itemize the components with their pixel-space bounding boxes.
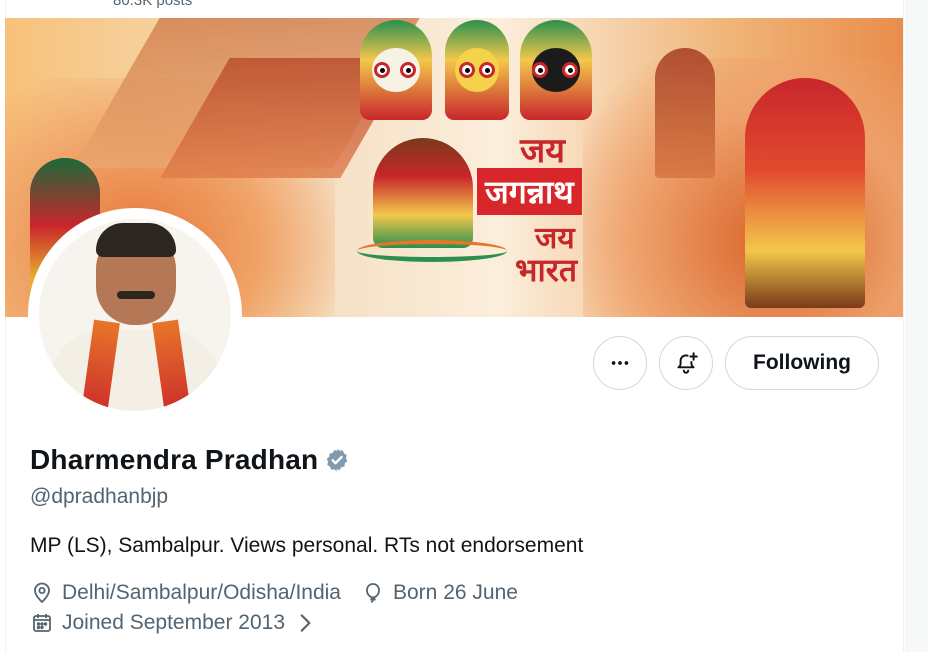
profile-joined-row[interactable]: Joined September 2013 <box>30 611 325 635</box>
posts-count: 80.3K posts <box>113 0 193 9</box>
more-horizontal-icon <box>611 361 629 365</box>
avatar-photo <box>39 219 231 411</box>
profile-joined[interactable]: Joined September 2013 <box>30 611 325 635</box>
banner-text-jay: जय <box>520 131 565 171</box>
calendar-icon <box>33 614 51 632</box>
banner-text-bharat: भारत <box>515 251 578 289</box>
banner-hindi-text: जय जगन्नाथ जय भारत <box>475 126 653 289</box>
balloon-icon <box>366 583 380 603</box>
joined-text: Joined September 2013 <box>62 611 285 634</box>
banner-chariot-emblem <box>373 138 473 248</box>
bell-plus-icon <box>677 352 698 374</box>
profile-display-name: Dharmendra Pradhan <box>30 444 319 475</box>
birthday-text: Born 26 June <box>393 581 518 604</box>
banner-text-jagannath: जगन्नाथ <box>477 168 582 215</box>
more-button[interactable] <box>593 336 647 390</box>
verified-badge-icon[interactable] <box>324 447 350 473</box>
profile-handle: @dpradhanbjp <box>30 485 169 508</box>
profile-name-row: Dharmendra Pradhan <box>30 444 350 476</box>
profile-bio: MP (LS), Sambalpur. Views personal. RTs … <box>30 534 584 557</box>
profile-meta-row: Delhi/Sambalpur/Odisha/India Born 26 Jun… <box>30 581 538 605</box>
avatar[interactable] <box>28 208 242 422</box>
location-text: Delhi/Sambalpur/Odisha/India <box>62 581 341 604</box>
following-button[interactable]: Following <box>725 336 879 390</box>
banner-temple <box>655 48 715 178</box>
banner-deity-jagannath <box>520 20 592 120</box>
banner-deity-balabhadra <box>360 20 432 120</box>
notify-button[interactable] <box>659 336 713 390</box>
right-gutter <box>905 0 928 652</box>
banner-chariot-right <box>745 78 865 308</box>
chevron-right-icon[interactable] <box>293 611 317 635</box>
banner-deity-subhadra <box>445 20 509 120</box>
location-pin-icon <box>34 582 50 604</box>
profile-birthday: Born 26 June <box>361 581 518 605</box>
profile-location: Delhi/Sambalpur/Odisha/India <box>30 581 341 605</box>
